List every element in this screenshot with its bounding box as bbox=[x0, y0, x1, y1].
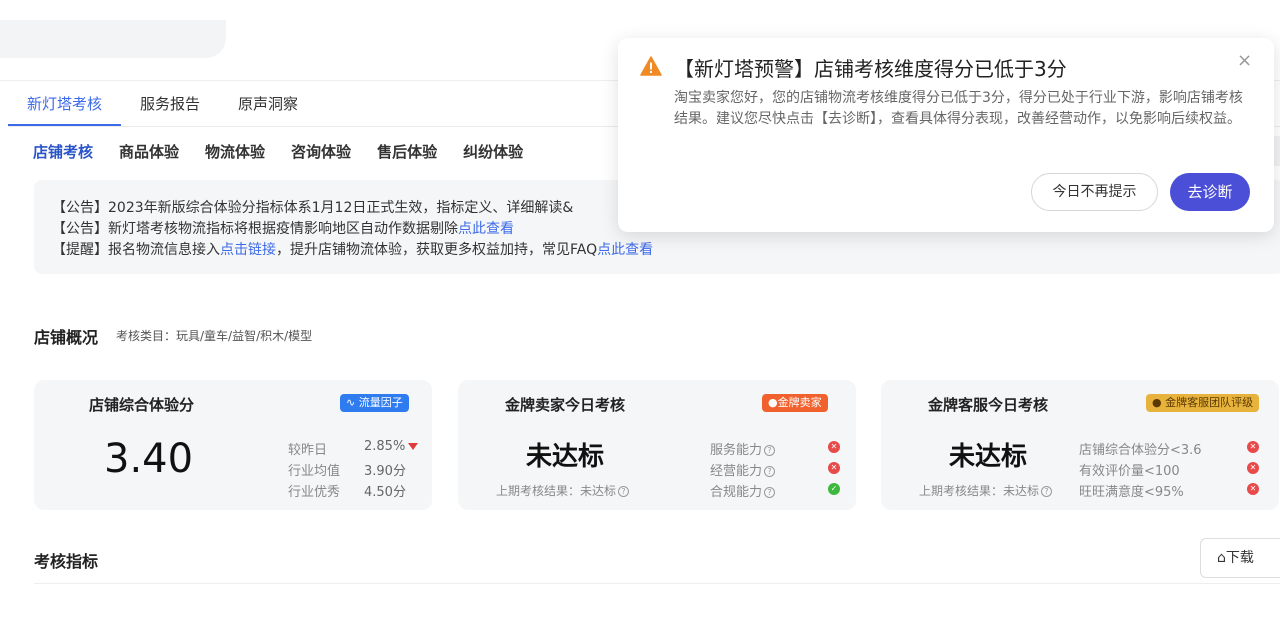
check-label: 经营能力? bbox=[710, 460, 776, 479]
search-bar[interactable] bbox=[0, 20, 226, 58]
subtab-aftersale[interactable]: 售后体验 bbox=[377, 140, 437, 164]
stat-label: 行业优秀 bbox=[288, 485, 341, 500]
tab-service-report[interactable]: 服务报告 bbox=[121, 82, 219, 126]
section-title: 考核指标 bbox=[34, 552, 99, 571]
card-title: 金牌卖家今日考核 bbox=[505, 396, 626, 414]
popup-title: 【新灯塔预警】店铺考核维度得分已低于3分 bbox=[674, 57, 1067, 81]
status-badge: ∿ 流量因子 bbox=[340, 394, 409, 412]
help-icon[interactable]: ? bbox=[1041, 486, 1053, 497]
dismiss-today-button[interactable]: 今日不再提示 bbox=[1031, 173, 1158, 211]
warning-popup: 【新灯塔预警】店铺考核维度得分已低于3分 × 淘宝卖家您好，您的店铺物流考核维度… bbox=[618, 38, 1274, 232]
diagnose-button[interactable]: 去诊断 bbox=[1170, 173, 1250, 211]
status-badge: ● 金牌客服团队评级 bbox=[1146, 394, 1260, 412]
side-input-edge bbox=[1274, 136, 1280, 166]
close-icon[interactable]: × bbox=[1237, 50, 1252, 71]
subtab-product[interactable]: 商品体验 bbox=[119, 140, 179, 164]
tab-lighthouse[interactable]: 新灯塔考核 bbox=[8, 82, 122, 126]
notice-link[interactable]: 点击链接 bbox=[220, 242, 276, 258]
notice-text: 【公告】2023年新版综合体验分指标体系1月12日正式生效，指标定义、详细解读& bbox=[52, 200, 574, 216]
stat-value: 3.90分 bbox=[364, 464, 406, 479]
subtab-dispute[interactable]: 纠纷体验 bbox=[463, 140, 523, 164]
warning-icon bbox=[640, 56, 662, 76]
headset-icon: ● bbox=[1152, 396, 1162, 409]
badge-label: 流量因子 bbox=[358, 396, 403, 409]
last-result: 上期考核结果：未达标? bbox=[919, 482, 1053, 499]
fail-icon: ✕ bbox=[1247, 441, 1259, 453]
score-card: 店铺综合体验分 ∿ 流量因子 3.40 较昨日 2.85% 行业均值 3.90分… bbox=[34, 380, 432, 510]
notice-link[interactable]: 点此查看 bbox=[458, 221, 514, 237]
card-title: 金牌客服今日考核 bbox=[928, 396, 1049, 414]
popup-body: 淘宝卖家您好，您的店铺物流考核维度得分已低于3分，得分已处于行业下游，影响店铺考… bbox=[674, 90, 1243, 127]
notice-line: 【提醒】报名物流信息接入点击链接，提升店铺物流体验，获取更多权益加持，常见FAQ… bbox=[52, 240, 1280, 261]
check-label: 有效评价量<100 bbox=[1079, 464, 1180, 479]
badge-label: 金牌卖家 bbox=[777, 396, 822, 409]
notice-text: 【提醒】报名物流信息接入 bbox=[52, 242, 220, 258]
check-label: 店铺综合体验分<3.6 bbox=[1079, 443, 1202, 458]
medal-icon: ● bbox=[768, 396, 778, 409]
fail-icon: ✕ bbox=[1247, 483, 1259, 495]
pass-icon: ✓ bbox=[828, 483, 840, 495]
download-icon: ⌂ bbox=[1217, 550, 1226, 566]
stat-value: 2.85% bbox=[364, 439, 419, 454]
help-icon[interactable]: ? bbox=[764, 487, 776, 498]
check-label: 旺旺满意度<95% bbox=[1079, 485, 1184, 500]
stat-label: 较昨日 bbox=[288, 443, 328, 458]
service-card: 金牌客服今日考核 ● 金牌客服团队评级 未达标 上期考核结果：未达标? 店铺综合… bbox=[881, 380, 1279, 510]
main-tabs: 新灯塔考核 服务报告 原声洞察 bbox=[8, 82, 317, 126]
pulse-icon: ∿ bbox=[346, 396, 356, 409]
check-label: 服务能力? bbox=[710, 439, 776, 458]
stat-value: 4.50分 bbox=[364, 485, 406, 500]
subtab-logistics[interactable]: 物流体验 bbox=[205, 140, 265, 164]
help-icon[interactable]: ? bbox=[618, 486, 630, 497]
subtab-store[interactable]: 店铺考核 bbox=[33, 140, 93, 164]
check-label: 合规能力? bbox=[710, 481, 776, 500]
tab-voice-insight[interactable]: 原声洞察 bbox=[219, 82, 317, 126]
trend-down-icon bbox=[408, 443, 419, 450]
fail-icon: ✕ bbox=[1247, 462, 1259, 474]
sub-tabs: 店铺考核 商品体验 物流体验 咨询体验 售后体验 纠纷体验 bbox=[33, 140, 523, 164]
status-value: 未达标 bbox=[526, 442, 605, 472]
notice-text: 【公告】新灯塔考核物流指标将根据疫情影响地区自动作数据剔除 bbox=[52, 221, 458, 237]
status-badge: ●金牌卖家 bbox=[762, 394, 828, 412]
last-result: 上期考核结果：未达标? bbox=[496, 482, 630, 499]
notice-text: ，提升店铺物流体验，获取更多权益加持，常见FAQ bbox=[276, 242, 598, 258]
section-title: 店铺概况 bbox=[34, 328, 99, 347]
seller-card: 金牌卖家今日考核 ●金牌卖家 未达标 上期考核结果：未达标? 服务能力? 经营能… bbox=[458, 380, 856, 510]
card-title: 店铺综合体验分 bbox=[89, 396, 195, 414]
stat-label: 行业均值 bbox=[288, 464, 341, 479]
download-label: 下载 bbox=[1225, 550, 1254, 566]
help-icon[interactable]: ? bbox=[764, 466, 776, 477]
category-label: 考核类目：玩具/童车/益智/积木/模型 bbox=[116, 329, 313, 343]
download-button[interactable]: ⌂下载 bbox=[1200, 538, 1280, 578]
subtab-consult[interactable]: 咨询体验 bbox=[291, 140, 351, 164]
status-value: 未达标 bbox=[949, 442, 1028, 472]
score-value: 3.40 bbox=[104, 436, 194, 482]
notice-link[interactable]: 点此查看 bbox=[597, 242, 653, 258]
fail-icon: ✕ bbox=[828, 462, 840, 474]
help-icon[interactable]: ? bbox=[764, 445, 776, 456]
fail-icon: ✕ bbox=[828, 441, 840, 453]
divider bbox=[34, 583, 1280, 584]
badge-label: 金牌客服团队评级 bbox=[1165, 396, 1254, 409]
